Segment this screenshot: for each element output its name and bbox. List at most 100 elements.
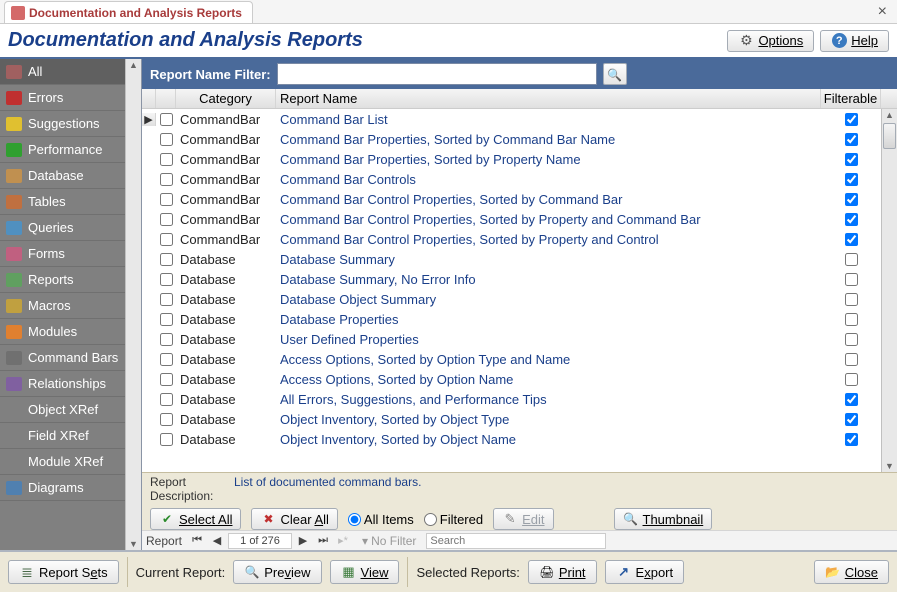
sidebar-item-all[interactable]: All <box>0 59 125 85</box>
row-checkbox-cell[interactable] <box>156 433 176 446</box>
clear-all-button[interactable]: Clear All <box>251 508 337 530</box>
row-checkbox-cell[interactable] <box>156 373 176 386</box>
sidebar-item-tables[interactable]: Tables <box>0 189 125 215</box>
row-checkbox[interactable] <box>160 213 173 226</box>
filterable-cell[interactable] <box>821 433 881 446</box>
row-checkbox-cell[interactable] <box>156 293 176 306</box>
table-row[interactable]: DatabaseDatabase Summary, No Error Info <box>142 269 881 289</box>
document-tab[interactable]: Documentation and Analysis Reports <box>4 1 253 23</box>
row-checkbox[interactable] <box>160 333 173 346</box>
filterable-cell[interactable] <box>821 353 881 366</box>
report-name-cell[interactable]: Object Inventory, Sorted by Object Type <box>276 412 821 427</box>
row-checkbox-cell[interactable] <box>156 273 176 286</box>
filterable-cell[interactable] <box>821 273 881 286</box>
report-name-cell[interactable]: Object Inventory, Sorted by Object Name <box>276 432 821 447</box>
sidebar-item-database[interactable]: Database <box>0 163 125 189</box>
row-checkbox[interactable] <box>160 153 173 166</box>
sidebar-item-module-xref[interactable]: Module XRef <box>0 449 125 475</box>
all-items-radio[interactable]: All Items <box>348 512 414 527</box>
sidebar-item-performance[interactable]: Performance <box>0 137 125 163</box>
export-button[interactable]: Export <box>605 560 685 584</box>
sidebar-item-field-xref[interactable]: Field XRef <box>0 423 125 449</box>
filterable-cell[interactable] <box>821 393 881 406</box>
table-row[interactable]: CommandBarCommand Bar Controls <box>142 169 881 189</box>
record-search-input[interactable] <box>426 533 606 549</box>
table-row[interactable]: DatabaseObject Inventory, Sorted by Obje… <box>142 429 881 449</box>
filterable-checkbox[interactable] <box>845 293 858 306</box>
report-name-cell[interactable]: Command Bar Properties, Sorted by Comman… <box>276 132 821 147</box>
filterable-checkbox[interactable] <box>845 253 858 266</box>
row-checkbox-cell[interactable] <box>156 213 176 226</box>
report-name-cell[interactable]: Access Options, Sorted by Option Name <box>276 372 821 387</box>
sidebar-item-diagrams[interactable]: Diagrams <box>0 475 125 501</box>
report-name-cell[interactable]: Command Bar Properties, Sorted by Proper… <box>276 152 821 167</box>
filterable-checkbox[interactable] <box>845 313 858 326</box>
report-name-cell[interactable]: Command Bar Control Properties, Sorted b… <box>276 192 821 207</box>
table-row[interactable]: DatabaseDatabase Summary <box>142 249 881 269</box>
filterable-cell[interactable] <box>821 233 881 246</box>
filterable-checkbox[interactable] <box>845 233 858 246</box>
report-name-cell[interactable]: Command Bar Control Properties, Sorted b… <box>276 212 821 227</box>
row-checkbox[interactable] <box>160 293 173 306</box>
row-checkbox[interactable] <box>160 113 173 126</box>
row-checkbox-cell[interactable] <box>156 413 176 426</box>
row-checkbox[interactable] <box>160 373 173 386</box>
close-icon[interactable]: × <box>874 3 891 21</box>
record-counter[interactable]: 1 of 276 <box>228 533 292 549</box>
filterable-cell[interactable] <box>821 253 881 266</box>
filterable-cell[interactable] <box>821 173 881 186</box>
sidebar-item-object-xref[interactable]: Object XRef <box>0 397 125 423</box>
sidebar-item-suggestions[interactable]: Suggestions <box>0 111 125 137</box>
report-name-cell[interactable]: All Errors, Suggestions, and Performance… <box>276 392 821 407</box>
table-row[interactable]: DatabaseUser Defined Properties <box>142 329 881 349</box>
next-record-button[interactable]: ▶ <box>294 533 312 549</box>
help-button[interactable]: Help <box>820 30 889 52</box>
filterable-checkbox[interactable] <box>845 173 858 186</box>
report-name-cell[interactable]: User Defined Properties <box>276 332 821 347</box>
filterable-checkbox[interactable] <box>845 333 858 346</box>
filterable-cell[interactable] <box>821 213 881 226</box>
filterable-checkbox[interactable] <box>845 213 858 226</box>
report-sets-button[interactable]: Report Sets <box>8 560 119 584</box>
filterable-checkbox[interactable] <box>845 393 858 406</box>
table-row[interactable]: DatabaseAll Errors, Suggestions, and Per… <box>142 389 881 409</box>
row-checkbox[interactable] <box>160 193 173 206</box>
row-checkbox-cell[interactable] <box>156 393 176 406</box>
report-name-cell[interactable]: Command Bar Control Properties, Sorted b… <box>276 232 821 247</box>
report-name-cell[interactable]: Database Object Summary <box>276 292 821 307</box>
table-row[interactable]: CommandBarCommand Bar Control Properties… <box>142 189 881 209</box>
filterable-checkbox[interactable] <box>845 133 858 146</box>
grid-scrollbar[interactable] <box>881 109 897 472</box>
report-name-cell[interactable]: Database Summary <box>276 252 821 267</box>
report-name-header[interactable]: Report Name <box>276 89 821 108</box>
filterable-cell[interactable] <box>821 293 881 306</box>
table-row[interactable]: CommandBarCommand Bar Properties, Sorted… <box>142 129 881 149</box>
filterable-cell[interactable] <box>821 133 881 146</box>
row-checkbox[interactable] <box>160 393 173 406</box>
table-row[interactable]: DatabaseAccess Options, Sorted by Option… <box>142 349 881 369</box>
table-row[interactable]: DatabaseDatabase Properties <box>142 309 881 329</box>
sidebar-scrollbar[interactable] <box>125 59 141 550</box>
row-checkbox-cell[interactable] <box>156 113 176 126</box>
filter-go-button[interactable] <box>603 63 627 85</box>
report-name-cell[interactable]: Access Options, Sorted by Option Type an… <box>276 352 821 367</box>
report-name-cell[interactable]: Database Summary, No Error Info <box>276 272 821 287</box>
row-checkbox-cell[interactable] <box>156 353 176 366</box>
sidebar-item-queries[interactable]: Queries <box>0 215 125 241</box>
table-row[interactable]: CommandBarCommand Bar Control Properties… <box>142 229 881 249</box>
row-checkbox[interactable] <box>160 433 173 446</box>
row-checkbox-cell[interactable] <box>156 173 176 186</box>
filtered-radio-input[interactable] <box>424 513 437 526</box>
report-name-cell[interactable]: Database Properties <box>276 312 821 327</box>
row-checkbox-cell[interactable] <box>156 253 176 266</box>
filterable-cell[interactable] <box>821 153 881 166</box>
row-checkbox-cell[interactable] <box>156 333 176 346</box>
row-checkbox-cell[interactable] <box>156 313 176 326</box>
table-row[interactable]: DatabaseObject Inventory, Sorted by Obje… <box>142 409 881 429</box>
row-checkbox-cell[interactable] <box>156 233 176 246</box>
row-checkbox[interactable] <box>160 133 173 146</box>
row-checkbox-cell[interactable] <box>156 153 176 166</box>
category-header[interactable]: Category <box>176 89 276 108</box>
sidebar-item-reports[interactable]: Reports <box>0 267 125 293</box>
filterable-header[interactable]: Filterable <box>821 89 881 108</box>
